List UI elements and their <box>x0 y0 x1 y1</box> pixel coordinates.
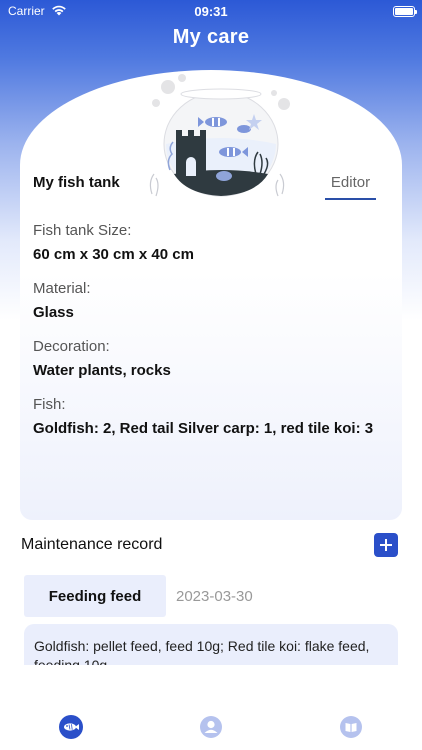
fishbowl-illustration <box>149 74 290 197</box>
field-value-decoration: Water plants, rocks <box>33 362 171 379</box>
field-label-fish: Fish: <box>33 396 66 413</box>
page-title: My care <box>172 26 250 48</box>
status-time: 09:31 <box>194 4 228 19</box>
add-record-button[interactable] <box>374 533 398 557</box>
field-value-size: 60 cm x 30 cm x 40 cm <box>33 246 194 263</box>
field-label-material: Material: <box>33 280 91 297</box>
battery-icon <box>393 6 417 17</box>
editor-tab[interactable]: Editor <box>325 174 376 200</box>
field-value-material: Glass <box>33 304 74 321</box>
status-bar: Carrier 09:31 <box>0 0 422 22</box>
record-date: 2023-03-30 <box>176 588 253 605</box>
field-label-decoration: Decoration: <box>33 338 110 355</box>
profile-icon[interactable] <box>199 715 223 739</box>
fish-icon[interactable] <box>59 715 83 739</box>
fish-tank-card: My fish tank Editor Fish tank Size: 60 c… <box>20 70 402 520</box>
maintenance-title: Maintenance record <box>21 536 163 553</box>
field-value-fish: Goldfish: 2, Red tail Silver carp: 1, re… <box>33 420 374 437</box>
book-icon[interactable] <box>339 715 363 739</box>
tank-title: My fish tank <box>33 174 120 191</box>
field-label-size: Fish tank Size: <box>33 222 132 239</box>
tab-bar <box>0 665 422 750</box>
record-type-tab[interactable]: Feeding feed <box>24 575 166 617</box>
